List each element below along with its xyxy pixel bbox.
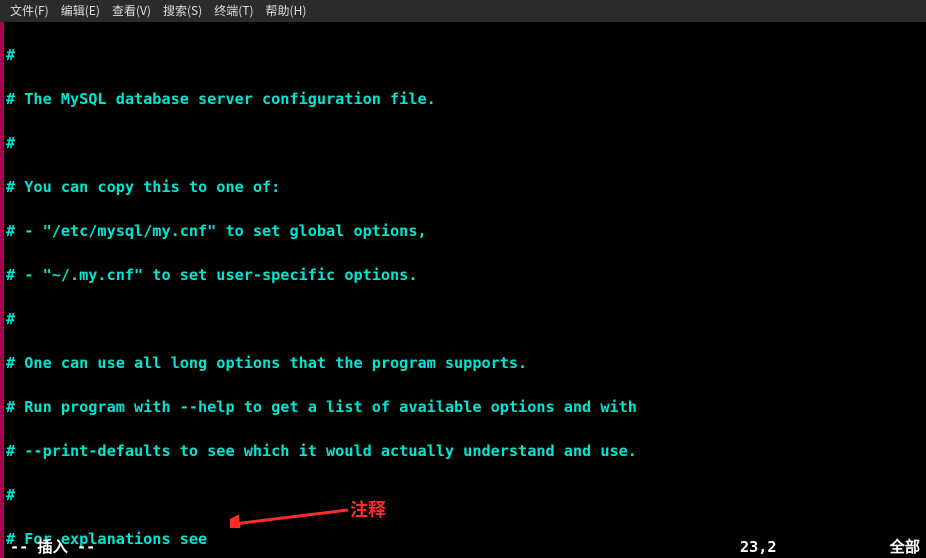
editor-line: # - "~/.my.cnf" to set user-specific opt… — [6, 264, 924, 286]
editor-line: # — [6, 132, 924, 154]
menu-term[interactable]: 终端(T) — [210, 0, 257, 22]
annotation-text: 注释 — [350, 496, 386, 522]
menu-bar: 文件(F) 编辑(E) 查看(V) 搜索(S) 终端(T) 帮助(H) — [0, 0, 926, 22]
menu-help[interactable]: 帮助(H) — [262, 0, 311, 22]
status-bar: -- 插入 -- 23,2 全部 — [4, 536, 926, 558]
status-position: 23,2 — [740, 536, 860, 558]
editor-line: # --print-defaults to see which it would… — [6, 440, 924, 462]
menu-search[interactable]: 搜索(S) — [159, 0, 206, 22]
editor-line: # — [6, 484, 924, 506]
menu-file[interactable]: 文件(F) — [6, 0, 53, 22]
editor-line: # One can use all long options that the … — [6, 352, 924, 374]
editor-line: # The MySQL database server configuratio… — [6, 88, 924, 110]
editor-line: # — [6, 308, 924, 330]
menu-edit[interactable]: 编辑(E) — [57, 0, 104, 22]
menu-view[interactable]: 查看(V) — [108, 0, 155, 22]
editor-line: # - "/etc/mysql/my.cnf" to set global op… — [6, 220, 924, 242]
editor-line: # — [6, 44, 924, 66]
editor-line: # Run program with --help to get a list … — [6, 396, 924, 418]
status-scroll: 全部 — [860, 536, 920, 558]
editor-area[interactable]: # # The MySQL database server configurat… — [4, 22, 926, 536]
annotation-label: 注释 — [350, 498, 386, 522]
status-mode: -- 插入 -- — [10, 536, 740, 558]
editor-line: # You can copy this to one of: — [6, 176, 924, 198]
